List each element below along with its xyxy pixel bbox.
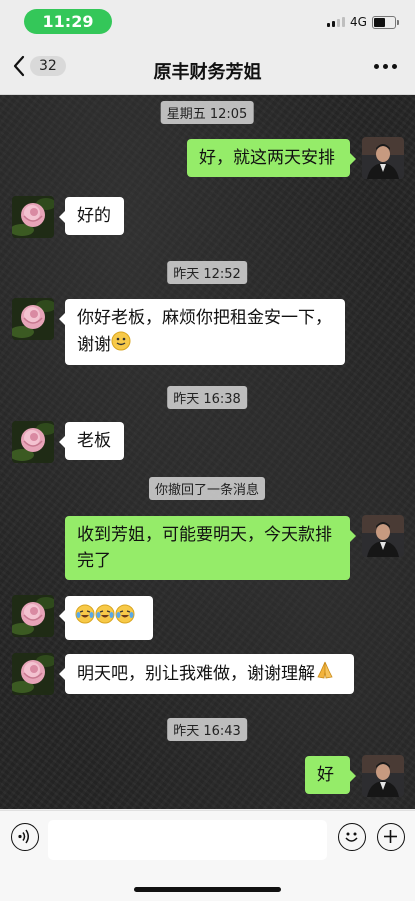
contact-avatar[interactable]	[12, 196, 54, 238]
timestamp: 昨天 16:43	[167, 718, 247, 741]
battery-level	[374, 18, 385, 27]
rose-avatar-image	[12, 421, 54, 463]
rose-avatar-image	[12, 595, 54, 637]
message-bubble-in[interactable]: 你好老板，麻烦你把租金安一下，谢谢	[59, 299, 345, 365]
avatar-image	[362, 755, 404, 797]
signal-icon	[327, 17, 345, 27]
message-input[interactable]	[48, 820, 327, 860]
contact-avatar[interactable]	[12, 421, 54, 463]
more-button[interactable]	[374, 58, 397, 75]
emoji-button[interactable]	[338, 823, 366, 851]
rose-avatar-image	[12, 196, 54, 238]
message-text: 明天吧，别让我难做，谢谢理解	[77, 664, 315, 684]
message-bubble-out[interactable]: 好，就这两天安排	[187, 139, 356, 177]
message-bubble-in[interactable]	[59, 596, 153, 640]
message-bubble-in[interactable]: 好的	[59, 197, 124, 235]
contact-avatar[interactable]	[12, 595, 54, 637]
rose-avatar-image	[12, 298, 54, 340]
home-indicator	[134, 887, 281, 892]
battery-icon	[372, 16, 399, 29]
status-bar: 11:29 4G	[0, 0, 415, 44]
avatar-image	[362, 137, 404, 179]
laugh-cry-emoji	[95, 604, 115, 632]
input-bar	[0, 810, 415, 901]
laugh-cry-emoji	[75, 604, 95, 632]
smile-emoji	[111, 331, 131, 359]
message-bubble-out[interactable]: 收到芳姐，可能要明天，今天款排完了	[65, 516, 356, 580]
plus-button[interactable]	[377, 823, 405, 851]
timestamp: 昨天 16:38	[167, 386, 247, 409]
chat-area[interactable]: 星期五 12:05 好，就这两天安排 好的 昨天 12:52 你好老板，麻烦你把…	[0, 95, 415, 809]
timestamp: 星期五 12:05	[160, 101, 254, 124]
status-time: 11:29	[24, 9, 112, 34]
timestamp: 昨天 12:52	[167, 261, 247, 284]
message-bubble-in[interactable]: 老板	[59, 422, 124, 460]
more-dots-icon	[374, 64, 379, 69]
message-bubble-in[interactable]: 明天吧，别让我难做，谢谢理解	[59, 654, 354, 694]
my-avatar[interactable]	[362, 515, 404, 557]
avatar-image	[362, 515, 404, 557]
emoji-face-icon	[345, 832, 358, 842]
recall-notice: 你撤回了一条消息	[148, 477, 266, 500]
chat-header: 32 原丰财务芳姐	[0, 44, 415, 95]
contact-avatar[interactable]	[12, 653, 54, 695]
contact-avatar[interactable]	[12, 298, 54, 340]
my-avatar[interactable]	[362, 137, 404, 179]
voice-icon	[18, 829, 29, 844]
plus-icon	[384, 830, 397, 843]
chat-title: 原丰财务芳姐	[153, 62, 262, 83]
my-avatar[interactable]	[362, 755, 404, 797]
pray-hands-emoji	[315, 660, 335, 688]
network-type: 4G	[350, 15, 367, 29]
laugh-cry-emoji	[115, 604, 135, 632]
rose-avatar-image	[12, 653, 54, 695]
message-bubble-out[interactable]: 好	[305, 756, 356, 794]
voice-button[interactable]	[11, 823, 39, 851]
